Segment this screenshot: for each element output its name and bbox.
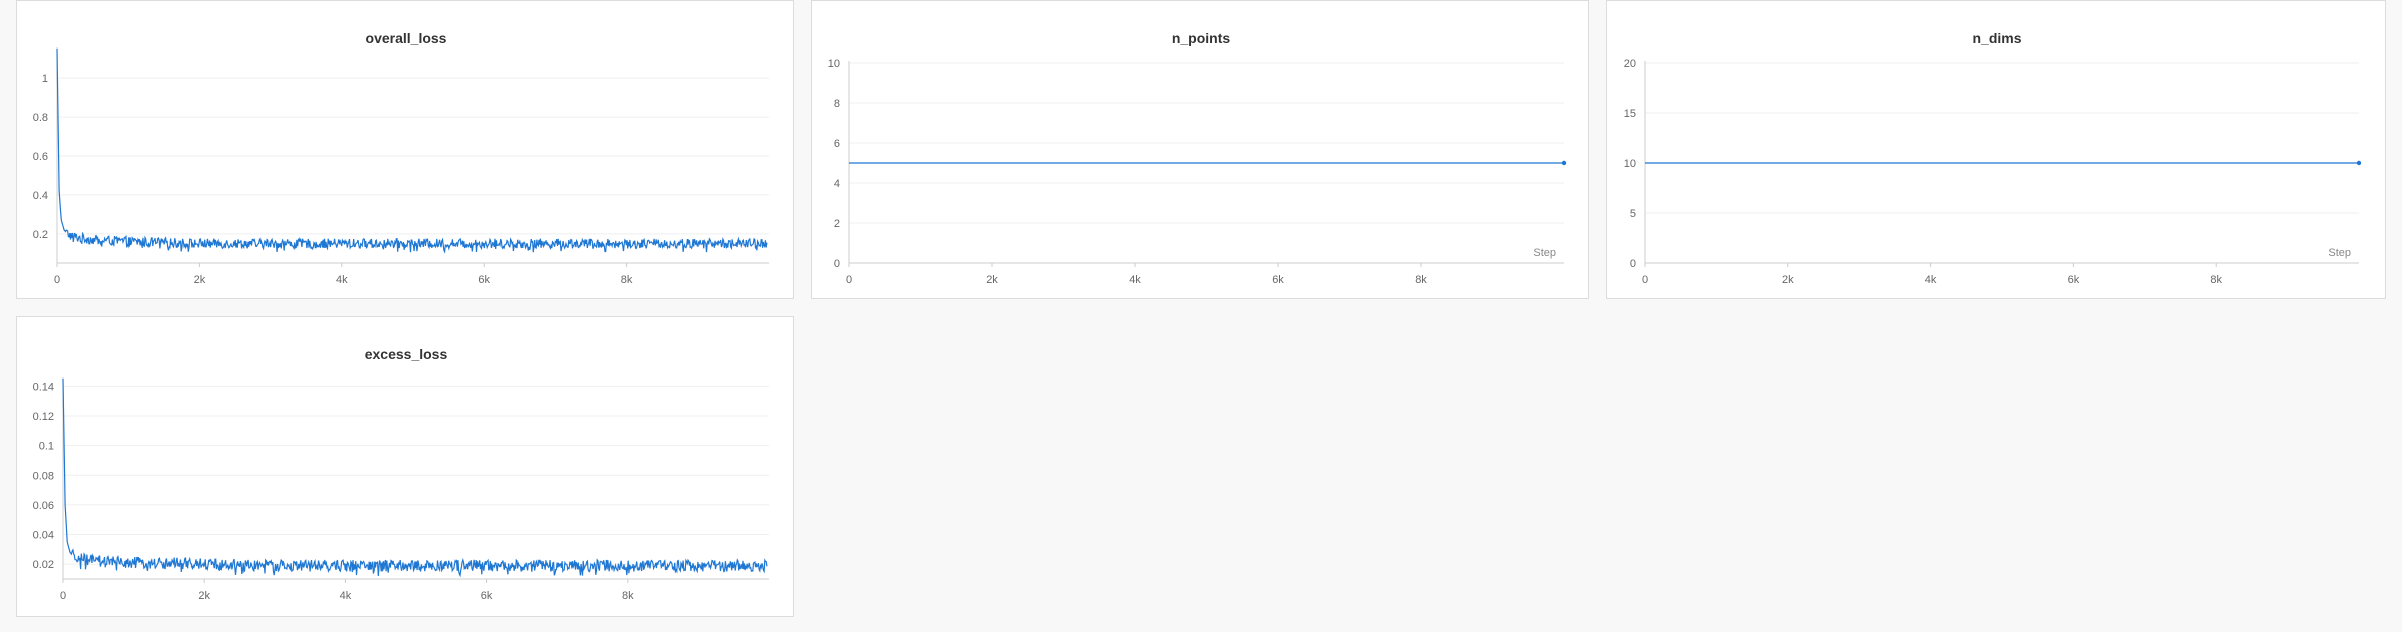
x-axis-label: Step bbox=[2328, 247, 2351, 259]
chart-panel-overall-loss[interactable]: overall_loss 0.2 0.4 0.6 0.8 1 0 2k 4k 6k 8k bbox=[16, 0, 794, 299]
x-tick-label: 8k bbox=[1415, 274, 1427, 286]
y-tick-label: 0.1 bbox=[39, 441, 54, 453]
x-tick-label: 4k bbox=[1925, 274, 1937, 286]
x-tick-label: 4k bbox=[340, 590, 352, 602]
y-tick-label: 5 bbox=[1630, 208, 1636, 220]
x-tick-label: 6k bbox=[478, 274, 490, 286]
series-line bbox=[56, 48, 768, 254]
y-tick-label: 10 bbox=[828, 58, 840, 70]
x-tick-label: 2k bbox=[1782, 274, 1794, 286]
x-tick-label: 0 bbox=[60, 590, 66, 602]
x-axis-label: Step bbox=[1533, 247, 1556, 259]
chart-n-points: n_points 0 2 4 6 8 10 0 2k 4k 6k 8k Step bbox=[828, 30, 1567, 286]
y-tick-label: 8 bbox=[834, 98, 840, 110]
x-tick-label: 2k bbox=[198, 590, 210, 602]
x-tick-label: 8k bbox=[2210, 274, 2222, 286]
y-tick-label: 15 bbox=[1624, 108, 1636, 120]
x-tick-label: 4k bbox=[1129, 274, 1141, 286]
y-tick-label: 0.06 bbox=[33, 500, 54, 512]
chart-n-dims: n_dims 0 5 10 15 20 0 2k 4k 6k 8k Step bbox=[1624, 30, 2362, 286]
y-tick-label: 2 bbox=[834, 218, 840, 230]
series-end-point bbox=[1561, 160, 1567, 166]
chart-panel-excess-loss[interactable]: excess_loss 0.02 0.04 0.06 0.08 0.1 0.12 0.14 0 2… bbox=[16, 316, 794, 617]
x-tick-label: 6k bbox=[1272, 274, 1284, 286]
y-tick-label: 0 bbox=[1630, 258, 1636, 270]
x-tick-label: 6k bbox=[481, 590, 493, 602]
chart-overall-loss: overall_loss 0.2 0.4 0.6 0.8 1 0 2k 4k 6k 8k bbox=[33, 30, 769, 286]
y-tick-label: 0.04 bbox=[33, 530, 54, 542]
y-tick-label: 0.08 bbox=[33, 470, 54, 482]
x-tick-label: 4k bbox=[336, 274, 348, 286]
x-tick-label: 8k bbox=[621, 274, 633, 286]
y-tick-label: 0.02 bbox=[33, 559, 54, 571]
y-tick-label: 0.4 bbox=[33, 190, 48, 202]
chart-panel-n-dims[interactable]: n_dims 0 5 10 15 20 0 2k 4k 6k 8k Step bbox=[1606, 0, 2386, 299]
y-tick-label: 6 bbox=[834, 138, 840, 150]
y-tick-label: 20 bbox=[1624, 58, 1636, 70]
y-tick-label: 0.12 bbox=[33, 411, 54, 423]
y-tick-label: 1 bbox=[42, 73, 48, 85]
chart-title: n_dims bbox=[1972, 30, 2021, 46]
x-tick-label: 0 bbox=[54, 274, 60, 286]
y-tick-label: 10 bbox=[1624, 158, 1636, 170]
x-tick-label: 2k bbox=[986, 274, 998, 286]
y-tick-label: 0.14 bbox=[33, 381, 54, 393]
chart-panel-n-points[interactable]: n_points 0 2 4 6 8 10 0 2k 4k 6k 8k Step bbox=[811, 0, 1589, 299]
x-tick-label: 0 bbox=[846, 274, 852, 286]
series-line bbox=[62, 378, 768, 578]
series-end-point bbox=[2356, 160, 2362, 166]
y-tick-label: 0 bbox=[834, 258, 840, 270]
chart-title: overall_loss bbox=[366, 30, 447, 46]
x-tick-label: 6k bbox=[2068, 274, 2080, 286]
y-tick-label: 0.8 bbox=[33, 112, 48, 124]
chart-title: n_points bbox=[1172, 30, 1231, 46]
y-tick-label: 0.2 bbox=[33, 229, 48, 241]
chart-title: excess_loss bbox=[365, 346, 448, 362]
y-tick-label: 0.6 bbox=[33, 151, 48, 163]
x-tick-label: 2k bbox=[194, 274, 206, 286]
chart-excess-loss: excess_loss 0.02 0.04 0.06 0.08 0.1 0.12 0.14 0 2… bbox=[33, 346, 769, 602]
y-tick-label: 4 bbox=[834, 178, 840, 190]
x-tick-label: 0 bbox=[1642, 274, 1648, 286]
x-tick-label: 8k bbox=[622, 590, 634, 602]
